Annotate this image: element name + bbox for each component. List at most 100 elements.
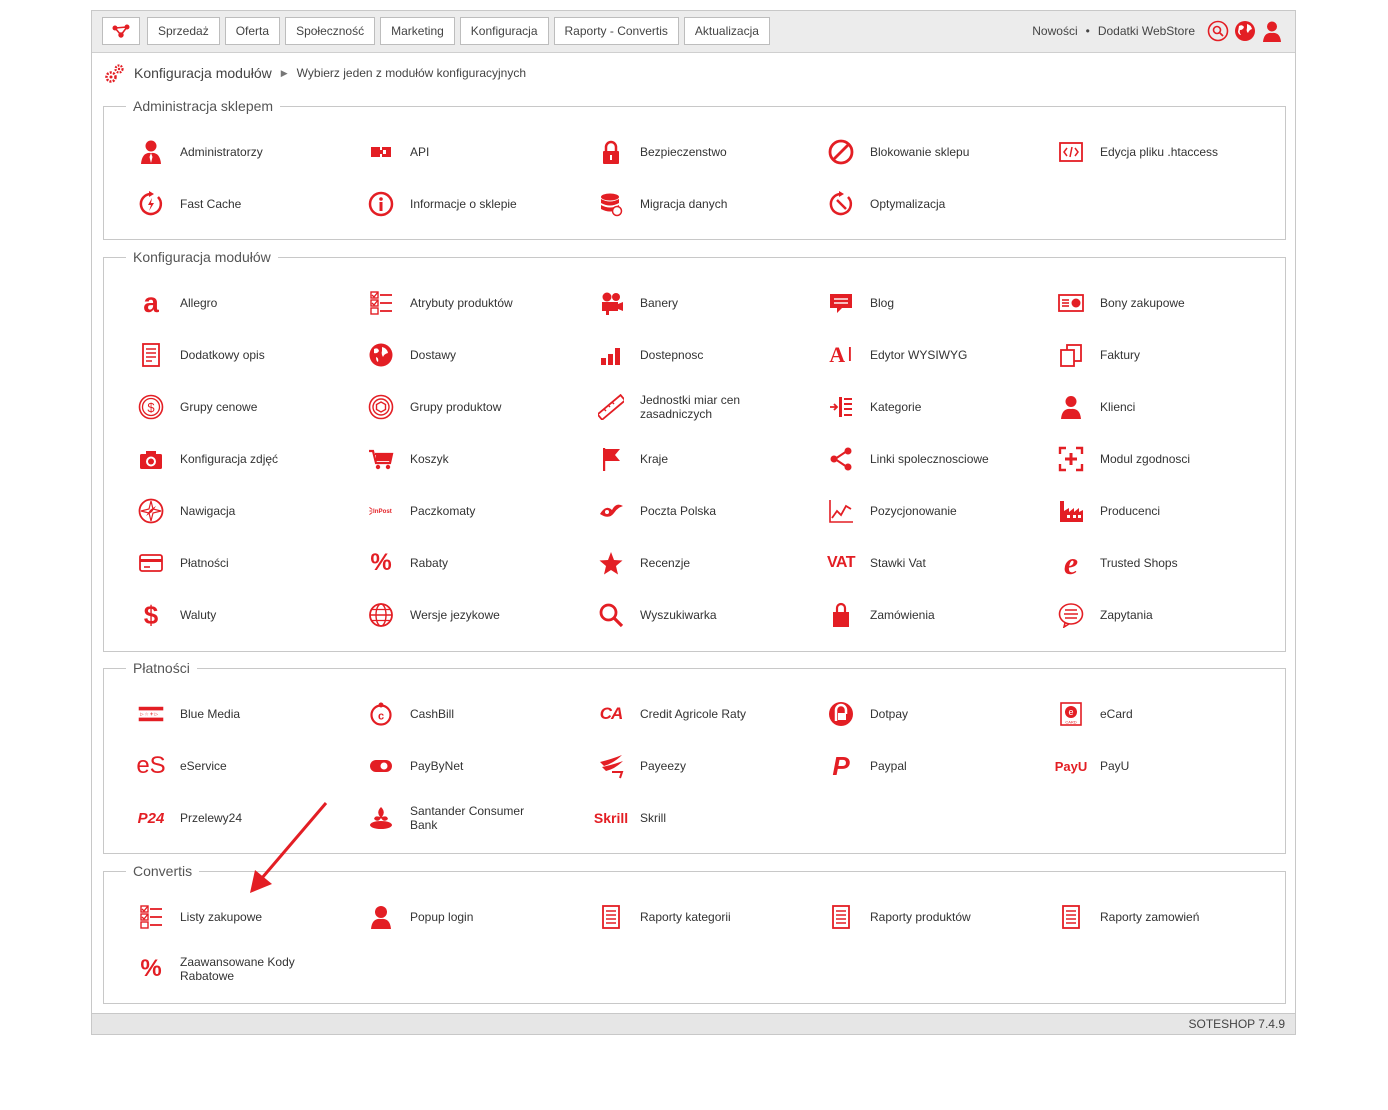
module-api[interactable]: API bbox=[350, 132, 575, 172]
module-label: Trusted Shops bbox=[1100, 556, 1178, 570]
module-label: Rabaty bbox=[410, 556, 449, 570]
user-icon bbox=[366, 902, 396, 932]
link-separator: • bbox=[1085, 24, 1090, 38]
user-icon[interactable] bbox=[1261, 20, 1283, 42]
module-credit-agricole-raty[interactable]: CA Credit Agricole Raty bbox=[580, 694, 805, 734]
module-blue-media[interactable]: ▷ ☆ ✈ ▷ Blue Media bbox=[120, 694, 345, 734]
module-fast-cache[interactable]: Fast Cache bbox=[120, 184, 345, 224]
section-title: Płatności bbox=[133, 660, 190, 676]
factory-icon bbox=[1056, 496, 1086, 526]
globe-delivery-icon bbox=[366, 340, 396, 370]
module-blokowanie-sklepu[interactable]: Blokowanie sklepu bbox=[810, 132, 1035, 172]
module-koszyk[interactable]: Koszyk bbox=[350, 439, 575, 479]
link-dodatki-webstore[interactable]: Dodatki WebStore bbox=[1098, 24, 1195, 38]
module-paypal[interactable]: P Paypal bbox=[810, 746, 1035, 786]
globe-icon[interactable] bbox=[1234, 20, 1256, 42]
module-nawigacja[interactable]: Nawigacja bbox=[120, 491, 345, 531]
module-waluty[interactable]: $ Waluty bbox=[120, 595, 345, 635]
module-grupy-produktow[interactable]: Grupy produktow bbox=[350, 387, 575, 427]
module-przelewy24[interactable]: P24 Przelewy24 bbox=[120, 798, 345, 838]
module-informacje-o-sklepie[interactable]: Informacje o sklepie bbox=[350, 184, 575, 224]
nav-tab-marketing[interactable]: Marketing bbox=[380, 17, 455, 45]
module-raporty-kategorii[interactable]: Raporty kategorii bbox=[580, 897, 805, 937]
nav-tab-raporty-convertis[interactable]: Raporty - Convertis bbox=[553, 17, 679, 45]
chart-line-icon bbox=[826, 496, 856, 526]
module-bony-zakupowe[interactable]: Bony zakupowe bbox=[1040, 283, 1265, 323]
module-skrill[interactable]: Skrill Skrill bbox=[580, 798, 805, 838]
module-blog[interactable]: Blog bbox=[810, 283, 1035, 323]
module-santander-consumer-bank[interactable]: Santander Consumer Bank bbox=[350, 798, 575, 838]
module-dotpay[interactable]: Dotpay bbox=[810, 694, 1035, 734]
module-faktury[interactable]: Faktury bbox=[1040, 335, 1265, 375]
module-modul-zgodnosci[interactable]: Modul zgodnosci bbox=[1040, 439, 1265, 479]
module-kraje[interactable]: Kraje bbox=[580, 439, 805, 479]
module-płatności[interactable]: Płatności bbox=[120, 543, 345, 583]
module-poczta-polska[interactable]: Poczta Polska bbox=[580, 491, 805, 531]
nav-tab-spolecznosc[interactable]: Społeczność bbox=[285, 17, 376, 45]
nav-tab-konfiguracja[interactable]: Konfiguracja bbox=[459, 17, 549, 45]
module-label: Waluty bbox=[180, 608, 217, 622]
module-edycja-pliku-htaccess[interactable]: Edycja pliku .htaccess bbox=[1040, 132, 1265, 172]
module-stawki-vat[interactable]: VAT Stawki Vat bbox=[810, 543, 1035, 583]
padlock-icon bbox=[596, 137, 626, 167]
module-migracja-danych[interactable]: Migracja danych bbox=[580, 184, 805, 224]
module-wyszukiwarka[interactable]: Wyszukiwarka bbox=[580, 595, 805, 635]
module-dodatkowy-opis[interactable]: Dodatkowy opis bbox=[120, 335, 345, 375]
module-label: Banery bbox=[640, 296, 679, 310]
module-zapytania[interactable]: Zapytania bbox=[1040, 595, 1265, 635]
module-dostepnosc[interactable]: Dostepnosc bbox=[580, 335, 805, 375]
module-label: Raporty produktów bbox=[870, 910, 971, 924]
blue-media-icon: ▷ ☆ ✈ ▷ bbox=[136, 699, 166, 729]
module-rabaty[interactable]: % Rabaty bbox=[350, 543, 575, 583]
module-edytor-wysiwyg[interactable]: A I Edytor WYSIWYG bbox=[810, 335, 1035, 375]
module-zamówienia[interactable]: Zamówienia bbox=[810, 595, 1035, 635]
module-ecard[interactable]: e CARD eCard bbox=[1040, 694, 1265, 734]
module-label: Edycja pliku .htaccess bbox=[1100, 145, 1219, 159]
module-zaawansowane-kody-rabatowe[interactable]: % Zaawansowane Kody Rabatowe bbox=[120, 949, 345, 989]
module-producenci[interactable]: Producenci bbox=[1040, 491, 1265, 531]
module-allegro[interactable]: a Allegro bbox=[120, 283, 345, 323]
svg-text:CARD: CARD bbox=[1065, 720, 1076, 725]
module-label: Blog bbox=[870, 296, 895, 310]
module-listy-zakupowe[interactable]: Listy zakupowe bbox=[120, 897, 345, 937]
search-icon[interactable] bbox=[1207, 20, 1229, 42]
module-banery[interactable]: Banery bbox=[580, 283, 805, 323]
module-paybynet[interactable]: PayByNet bbox=[350, 746, 575, 786]
page-title[interactable]: Konfiguracja modułów bbox=[134, 65, 272, 81]
module-payeezy[interactable]: Payeezy bbox=[580, 746, 805, 786]
module-trusted-shops[interactable]: e Trusted Shops bbox=[1040, 543, 1265, 583]
module-recenzje[interactable]: Recenzje bbox=[580, 543, 805, 583]
module-popup-login[interactable]: Popup login bbox=[350, 897, 575, 937]
module-paczkomaty[interactable]: InPost Paczkomaty bbox=[350, 491, 575, 531]
module-pozycjonowanie[interactable]: Pozycjonowanie bbox=[810, 491, 1035, 531]
module-label: Linki spolecznosciowe bbox=[870, 452, 989, 466]
module-dostawy[interactable]: Dostawy bbox=[350, 335, 575, 375]
module-administratorzy[interactable]: Administratorzy bbox=[120, 132, 345, 172]
logo-button[interactable] bbox=[102, 17, 140, 45]
link-nowosci[interactable]: Nowości bbox=[1032, 24, 1077, 38]
module-eservice[interactable]: eS eService bbox=[120, 746, 345, 786]
nav-tab-oferta[interactable]: Oferta bbox=[224, 17, 281, 45]
module-linki-spolecznosciowe[interactable]: Linki spolecznosciowe bbox=[810, 439, 1035, 479]
module-raporty-zamowień[interactable]: Raporty zamowień bbox=[1040, 897, 1265, 937]
module-grupy-cenowe[interactable]: $ Grupy cenowe bbox=[120, 387, 345, 427]
section-title: Konfiguracja modułów bbox=[133, 249, 271, 265]
module-kategorie[interactable]: Kategorie bbox=[810, 387, 1035, 427]
module-wersje-jezykowe[interactable]: Wersje jezykowe bbox=[350, 595, 575, 635]
module-cashbill[interactable]: c CashBill bbox=[350, 694, 575, 734]
module-jednostki-miar-cen-zasadniczych[interactable]: Jednostki miar cen zasadniczych bbox=[580, 387, 805, 427]
module-label: Bezpieczenstwo bbox=[640, 145, 727, 159]
nav-tab-aktualizacja[interactable]: Aktualizacja bbox=[683, 17, 770, 45]
module-raporty-produktów[interactable]: Raporty produktów bbox=[810, 897, 1035, 937]
module-payu[interactable]: PayU PayU bbox=[1040, 746, 1265, 786]
module-konfiguracja-zdjęć[interactable]: Konfiguracja zdjęć bbox=[120, 439, 345, 479]
module-klienci[interactable]: Klienci bbox=[1040, 387, 1265, 427]
module-label: eCard bbox=[1100, 707, 1133, 721]
shopping-bag-icon bbox=[826, 600, 856, 630]
module-atrybuty-produktów[interactable]: Atrybuty produktów bbox=[350, 283, 575, 323]
module-label: Dostepnosc bbox=[640, 348, 704, 362]
module-bezpieczenstwo[interactable]: Bezpieczenstwo bbox=[580, 132, 805, 172]
nav-tab-sprzedaz[interactable]: Sprzedaż bbox=[147, 17, 220, 45]
module-optymalizacja[interactable]: Optymalizacja bbox=[810, 184, 1035, 224]
voucher-icon bbox=[1056, 288, 1086, 318]
